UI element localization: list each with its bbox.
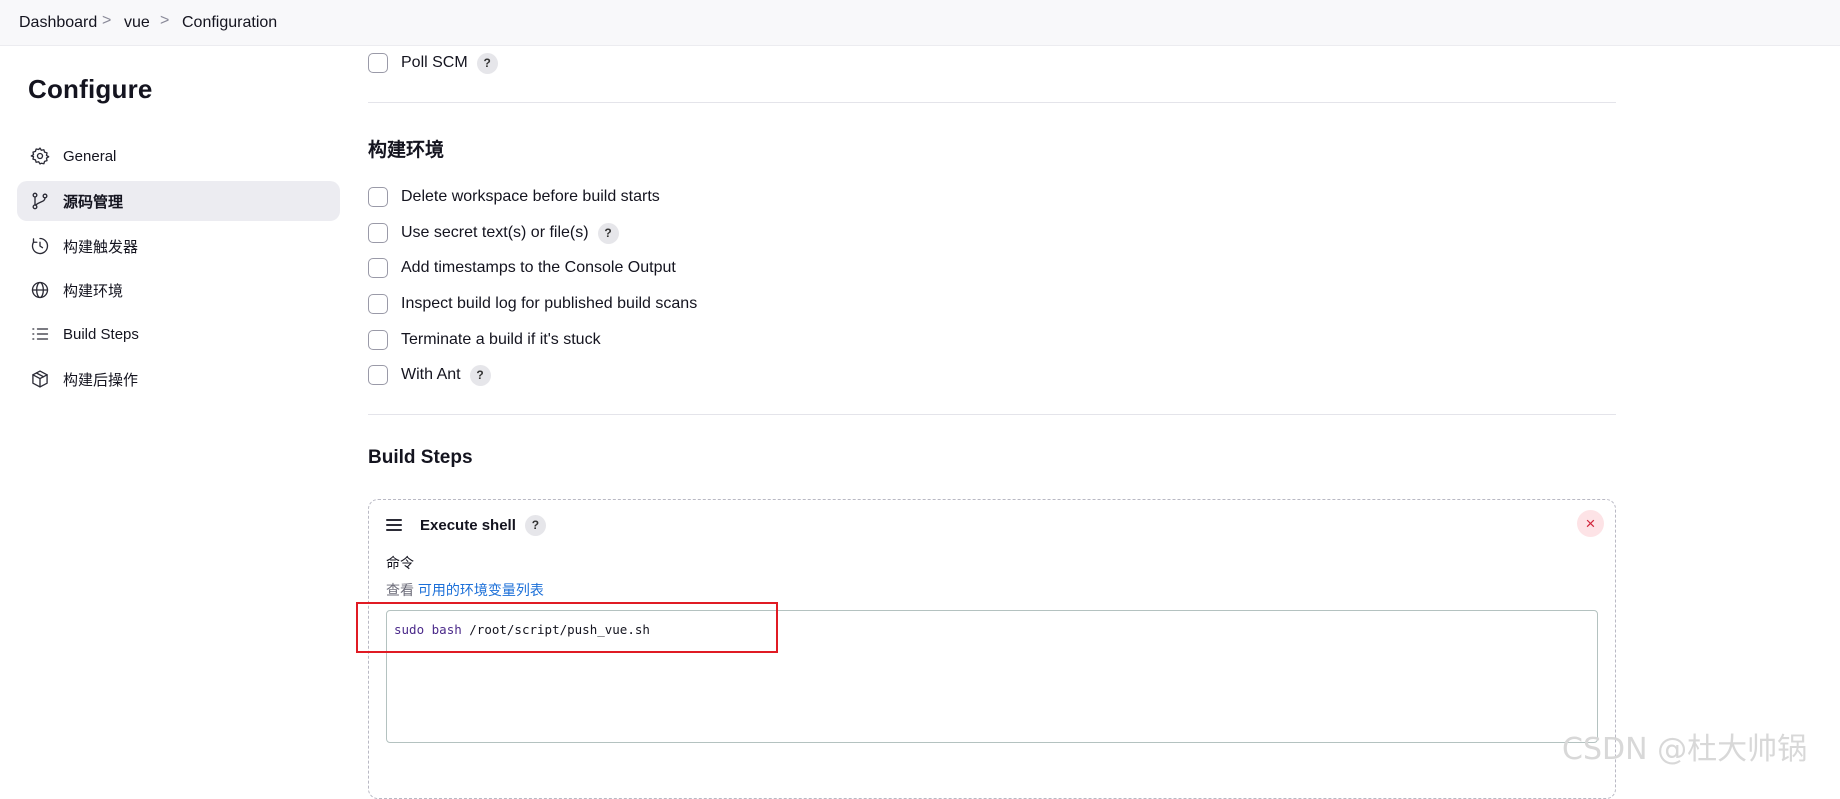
list-icon <box>29 323 51 345</box>
package-icon <box>29 368 51 390</box>
timestamps-checkbox[interactable] <box>368 258 388 278</box>
build-env-option: Inspect build log for published build sc… <box>368 292 697 316</box>
annotation-highlight-box <box>356 602 778 653</box>
help-icon[interactable]: ? <box>597 222 619 244</box>
breadcrumb-separator: > <box>102 12 112 29</box>
help-icon[interactable]: ? <box>524 514 546 536</box>
terminate-stuck-checkbox[interactable] <box>368 330 388 350</box>
step-header: Execute shell ? <box>386 512 546 538</box>
option-label: Add timestamps to the Console Output <box>401 259 676 276</box>
env-vars-line: 查看 可用的环境变量列表 <box>386 580 544 600</box>
build-env-option: With Ant ? <box>368 363 491 387</box>
globe-icon <box>29 279 51 301</box>
breadcrumb-configuration[interactable]: Configuration <box>182 14 277 32</box>
sidebar-item-label: Build Steps <box>63 325 139 343</box>
watermark: CSDN @杜大帅锅 <box>1562 732 1808 767</box>
delete-step-button[interactable]: × <box>1577 510 1604 537</box>
help-icon[interactable]: ? <box>469 364 491 386</box>
sidebar-title: Configure <box>28 74 153 104</box>
delete-workspace-checkbox[interactable] <box>368 187 388 207</box>
breadcrumb-dashboard[interactable]: Dashboard <box>19 14 97 32</box>
clock-icon <box>29 235 51 257</box>
option-label: Use secret text(s) or file(s) <box>401 224 589 241</box>
option-label: Terminate a build if it's stuck <box>401 331 601 348</box>
sidebar-item-build-triggers[interactable]: 构建触发器 <box>17 226 340 266</box>
secret-text-checkbox[interactable] <box>368 223 388 243</box>
step-title: Execute shell <box>420 516 516 534</box>
gear-icon <box>29 145 51 167</box>
poll-scm-option: Poll SCM ? <box>368 51 498 75</box>
poll-scm-label: Poll SCM <box>401 54 468 71</box>
sidebar-item-label: 构建后操作 <box>63 371 139 389</box>
build-env-option: Delete workspace before build starts <box>368 185 660 209</box>
sidebar-item-build-environment[interactable]: 构建环境 <box>17 270 340 310</box>
inspect-build-log-checkbox[interactable] <box>368 294 388 314</box>
breadcrumb-project[interactable]: vue <box>124 14 150 32</box>
sidebar-item-post-build[interactable]: 构建后操作 <box>17 359 340 399</box>
build-steps-title: Build Steps <box>368 447 473 468</box>
breadcrumb: Dashboard > vue > Configuration <box>0 0 1840 46</box>
option-label: Inspect build log for published build sc… <box>401 295 698 312</box>
sidebar-item-build-steps[interactable]: Build Steps <box>17 314 340 354</box>
build-env-option: Terminate a build if it's stuck <box>368 328 601 352</box>
option-label: With Ant <box>401 366 461 383</box>
branch-icon <box>29 190 51 212</box>
build-env-option: Add timestamps to the Console Output <box>368 256 676 280</box>
section-divider <box>368 102 1616 103</box>
env-vars-link[interactable]: 可用的环境变量列表 <box>418 582 544 598</box>
sidebar-item-source-management[interactable]: 源码管理 <box>17 181 340 221</box>
sidebar-item-label: 构建环境 <box>63 282 124 300</box>
sidebar-item-general[interactable]: General <box>17 136 340 176</box>
section-divider <box>368 414 1616 415</box>
build-env-option: Use secret text(s) or file(s) ? <box>368 221 619 245</box>
poll-scm-checkbox[interactable] <box>368 53 388 73</box>
help-icon[interactable]: ? <box>476 52 498 74</box>
with-ant-checkbox[interactable] <box>368 365 388 385</box>
drag-handle-icon[interactable] <box>386 519 402 531</box>
build-environment-title: 构建环境 <box>368 140 445 161</box>
option-label: Delete workspace before build starts <box>401 188 660 205</box>
breadcrumb-separator: > <box>160 12 170 29</box>
sidebar-item-label: 源码管理 <box>63 193 124 211</box>
command-label: 命令 <box>386 555 414 571</box>
sidebar-item-label: General <box>63 147 117 165</box>
env-vars-prefix: 查看 <box>386 582 414 598</box>
sidebar-item-label: 构建触发器 <box>63 238 139 256</box>
